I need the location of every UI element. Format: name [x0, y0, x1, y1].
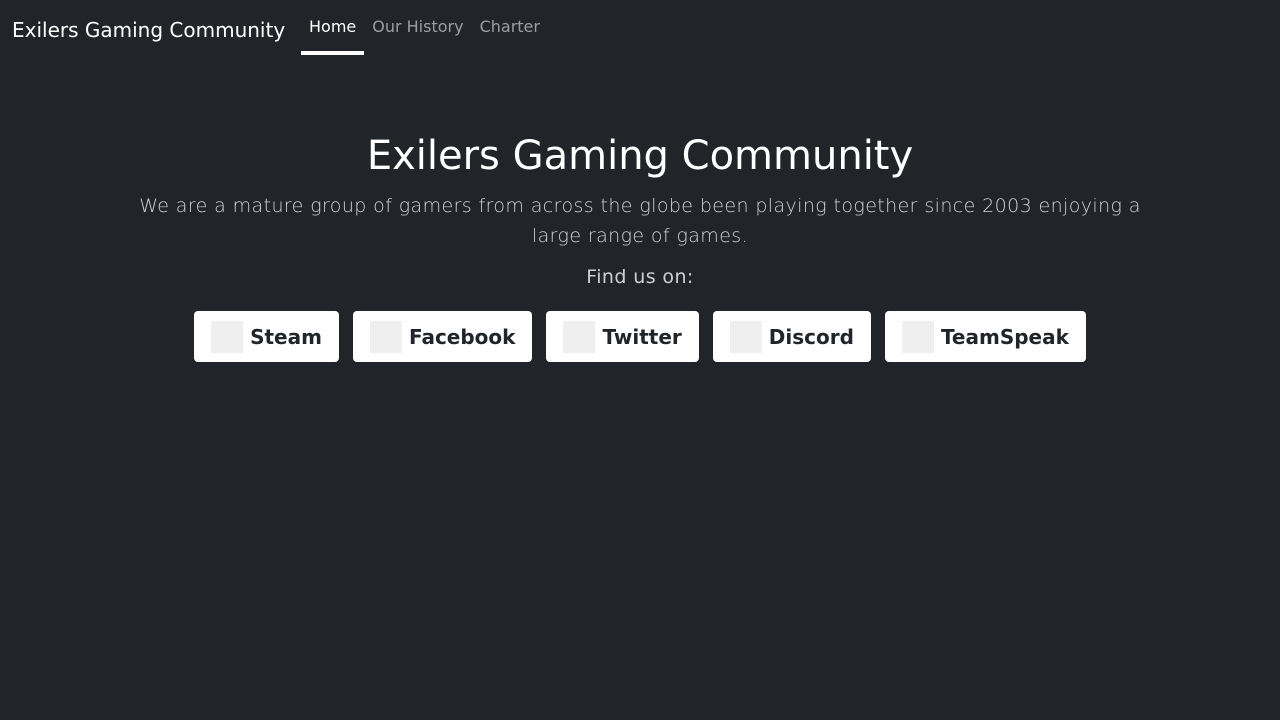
twitter-label: Twitter	[602, 324, 682, 349]
steam-icon	[211, 320, 244, 353]
facebook-button[interactable]: Facebook	[352, 311, 533, 362]
nav-link-charter[interactable]: Charter	[472, 0, 548, 55]
discord-icon	[729, 320, 762, 353]
discord-label: Discord	[768, 324, 854, 349]
hero-section: Exilers Gaming Community We are a mature…	[0, 130, 1280, 362]
navbar: Exilers Gaming Community Home Our Histor…	[0, 0, 1280, 56]
brand-link[interactable]: Exilers Gaming Community	[12, 17, 285, 43]
teamspeak-icon	[901, 320, 934, 353]
nav-link-home[interactable]: Home	[301, 0, 365, 55]
discord-button[interactable]: Discord	[712, 311, 871, 362]
twitter-button[interactable]: Twitter	[546, 311, 699, 362]
facebook-icon	[369, 320, 402, 353]
lead-text: We are a mature group of gamers from acr…	[139, 195, 1141, 247]
nav-links: Home Our History Charter	[301, 0, 548, 55]
page-title: Exilers Gaming Community	[366, 133, 914, 179]
nav-link-our-history[interactable]: Our History	[364, 0, 471, 55]
steam-label: Steam	[250, 324, 322, 349]
find-us-label: Find us on:	[586, 266, 694, 288]
teamspeak-button[interactable]: TeamSpeak	[884, 311, 1086, 362]
social-buttons: Steam Facebook Twitter Discord TeamSpeak	[0, 311, 1280, 362]
twitter-icon	[563, 320, 596, 353]
facebook-label: Facebook	[408, 324, 516, 349]
steam-button[interactable]: Steam	[194, 311, 339, 362]
teamspeak-label: TeamSpeak	[940, 324, 1069, 349]
